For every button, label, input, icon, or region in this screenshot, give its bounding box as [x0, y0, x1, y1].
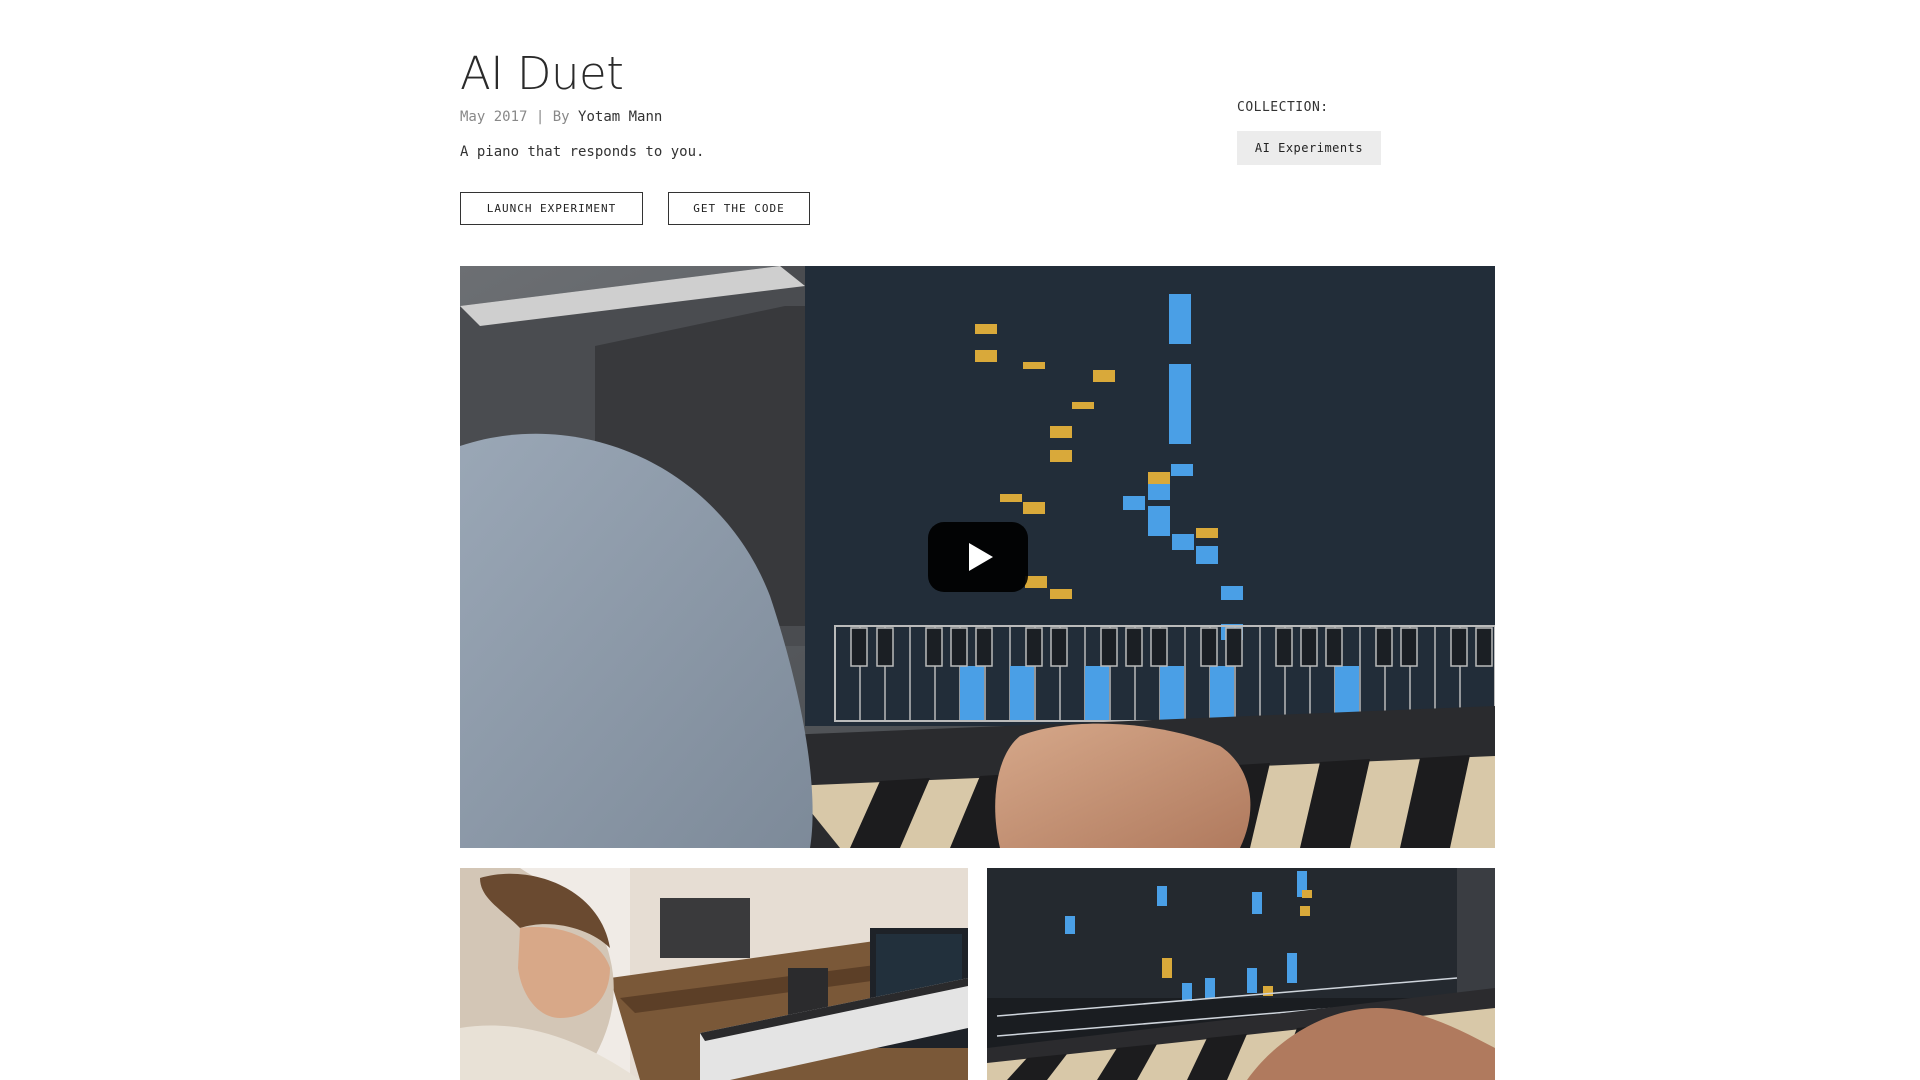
- collection-label: COLLECTION:: [1237, 100, 1329, 115]
- play-button[interactable]: [928, 522, 1028, 592]
- author-name: Yotam Mann: [578, 109, 663, 125]
- launch-experiment-button[interactable]: LAUNCH EXPERIMENT: [460, 192, 643, 225]
- play-icon: [969, 543, 993, 571]
- publish-date: May 2017: [460, 109, 528, 125]
- video-player[interactable]: [460, 266, 1495, 848]
- meta-line: May 2017 | By Yotam Mann: [460, 109, 662, 125]
- person-playing-image: [460, 868, 968, 1080]
- page-title: AI Duet: [460, 47, 624, 100]
- meta-separator: |: [535, 109, 545, 125]
- gallery-image-2[interactable]: [987, 868, 1495, 1080]
- collection-tag[interactable]: AI Experiments: [1237, 131, 1381, 165]
- get-code-button[interactable]: GET THE CODE: [668, 192, 810, 225]
- gallery-image-1[interactable]: [460, 868, 968, 1080]
- keyboard-closeup-image: [987, 868, 1495, 1080]
- description: A piano that responds to you.: [460, 144, 705, 160]
- by-label: By: [552, 109, 570, 125]
